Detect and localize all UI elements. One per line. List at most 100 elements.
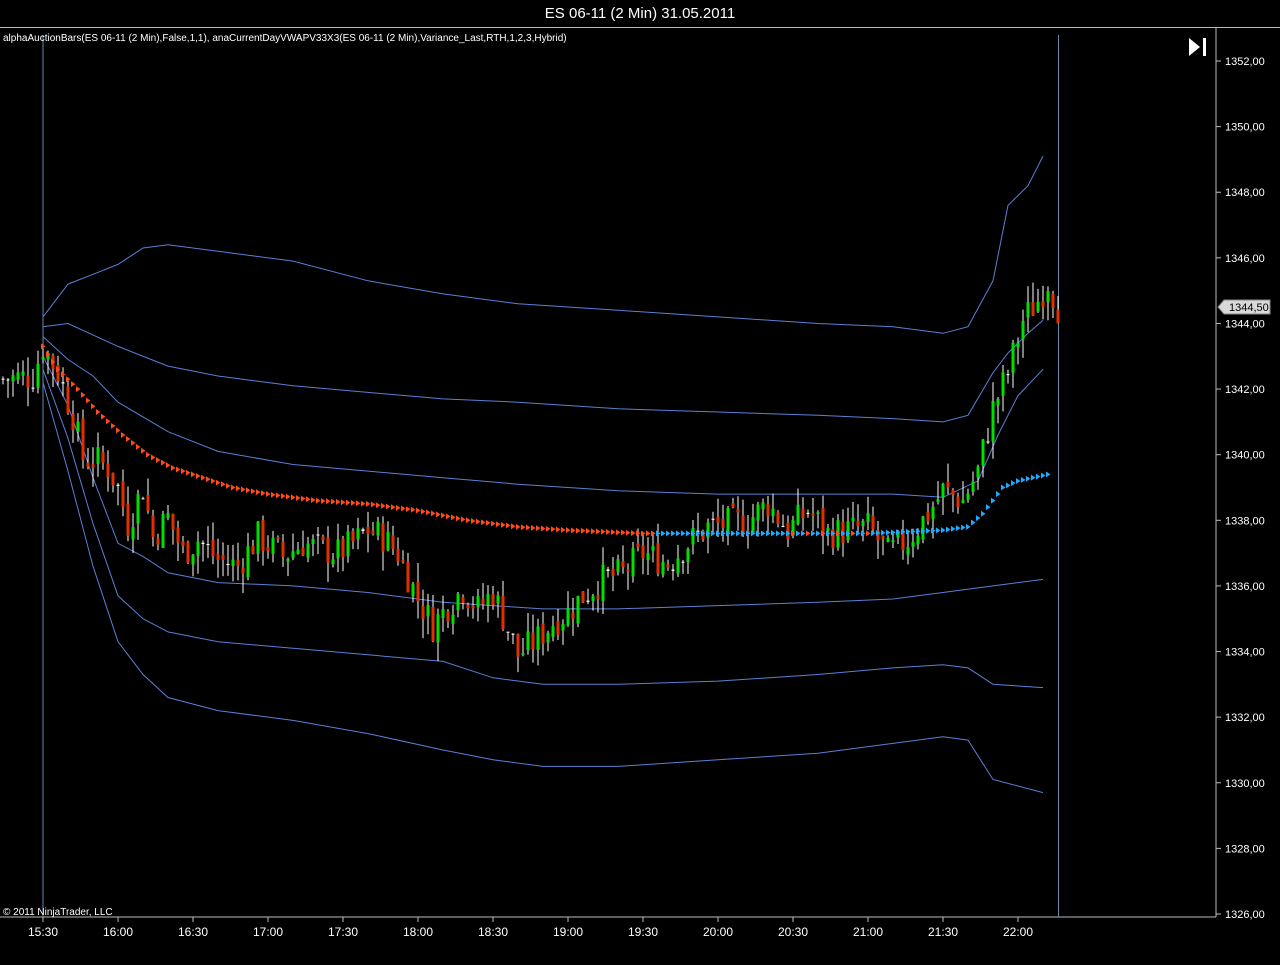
candles-layer <box>1 282 1060 673</box>
vwap-marker <box>566 527 571 534</box>
vwap-marker <box>686 530 691 537</box>
vwap-marker <box>1036 473 1041 480</box>
vwap-marker <box>796 530 801 537</box>
candle-body <box>216 554 220 560</box>
candle-body <box>346 531 350 557</box>
vwap-marker <box>596 528 601 535</box>
vwap-marker <box>591 528 596 535</box>
candle-body <box>496 595 500 604</box>
candle-body <box>131 527 135 540</box>
candle-body <box>276 537 280 540</box>
candle-body <box>576 596 580 624</box>
y-tick-label: 1332,00 <box>1225 712 1265 724</box>
candle-body <box>426 605 430 617</box>
candle-body <box>671 569 675 571</box>
vwap-marker <box>276 492 281 499</box>
candle-body <box>401 559 405 562</box>
candle-body <box>1021 320 1025 340</box>
candle-body <box>561 623 565 631</box>
vwap-marker <box>496 521 501 528</box>
candle-body <box>421 606 425 619</box>
candle-body <box>411 583 415 597</box>
vwap-marker <box>466 517 471 524</box>
candle-body <box>866 512 870 522</box>
candle-body <box>231 559 235 566</box>
vwap-marker <box>206 476 211 483</box>
vwap-marker <box>211 477 216 484</box>
candle-body <box>491 594 495 606</box>
vwap-marker <box>286 493 291 500</box>
vwap-marker <box>501 521 506 528</box>
vwap-marker <box>526 524 531 531</box>
vwap-marker <box>616 529 621 536</box>
candle-body <box>196 541 200 556</box>
candle-body <box>611 568 615 576</box>
vwap-marker <box>126 435 131 442</box>
scroll-to-end-icon[interactable] <box>1186 36 1212 58</box>
vwap-marker <box>356 500 361 507</box>
candle-body <box>786 522 790 540</box>
band-upper3 <box>42 155 1044 334</box>
band-lower3 <box>42 382 1044 794</box>
candle-body <box>821 508 825 536</box>
vwap-marker <box>96 409 101 416</box>
chart-canvas[interactable]: 1326,00 1328,00 1330,00 1332,00 1334,00 1336,… <box>0 28 1280 965</box>
vwap-marker <box>631 529 636 536</box>
vwap-marker <box>776 530 781 537</box>
candle-body <box>456 593 460 611</box>
vwap-marker <box>801 530 806 537</box>
vwap-marker <box>166 462 171 469</box>
candle-body <box>601 564 605 601</box>
candle-body <box>226 564 230 566</box>
candle-body <box>546 632 550 643</box>
y-tick-label: 1342,00 <box>1225 384 1265 396</box>
candle-body <box>266 547 270 551</box>
candle-body <box>631 548 635 577</box>
x-tick-label: 20:00 <box>703 925 733 939</box>
candle-body <box>656 543 660 575</box>
vwap-marker <box>161 459 166 466</box>
band-upper2 <box>42 319 1044 423</box>
vwap-marker <box>106 418 111 425</box>
candle-body <box>651 546 655 551</box>
candle-body <box>551 625 555 637</box>
vwap-marker <box>366 500 371 507</box>
vwap-marker <box>256 489 261 496</box>
vwap-marker <box>736 530 741 537</box>
candle-body <box>716 516 720 523</box>
candle-body <box>146 495 150 511</box>
candle-body <box>516 633 520 657</box>
vwap-marker <box>506 522 511 529</box>
candle-body <box>521 653 525 655</box>
vwap-markers-layer <box>41 343 1051 537</box>
candle-body <box>381 523 385 552</box>
candle-body <box>386 531 390 551</box>
candle-body <box>156 538 160 545</box>
candle-body <box>176 527 180 543</box>
candle-body <box>461 597 465 603</box>
x-tick-label: 19:30 <box>628 925 658 939</box>
vwap-marker <box>1026 475 1031 482</box>
candle-body <box>366 526 370 535</box>
vwap-marker <box>671 530 676 537</box>
candle-body <box>606 569 610 572</box>
candle-body <box>81 418 85 460</box>
candle-body <box>666 564 670 568</box>
y-tick-label: 1338,00 <box>1225 515 1265 527</box>
candle-body <box>781 526 785 528</box>
vwap-marker <box>661 530 666 537</box>
candle-body <box>1056 309 1060 324</box>
candle-body <box>451 614 455 624</box>
candle-body <box>556 621 560 636</box>
x-tick-label: 17:00 <box>253 925 283 939</box>
candle-body <box>971 481 975 492</box>
candle-body <box>886 537 890 543</box>
x-tick-label: 16:30 <box>178 925 208 939</box>
candle-body <box>1006 374 1010 376</box>
candle-body <box>676 558 680 574</box>
candle-body <box>246 546 250 577</box>
vwap-marker <box>146 451 151 458</box>
candle-body <box>921 516 925 540</box>
vwap-marker <box>386 503 391 510</box>
vwap-marker <box>781 530 786 537</box>
